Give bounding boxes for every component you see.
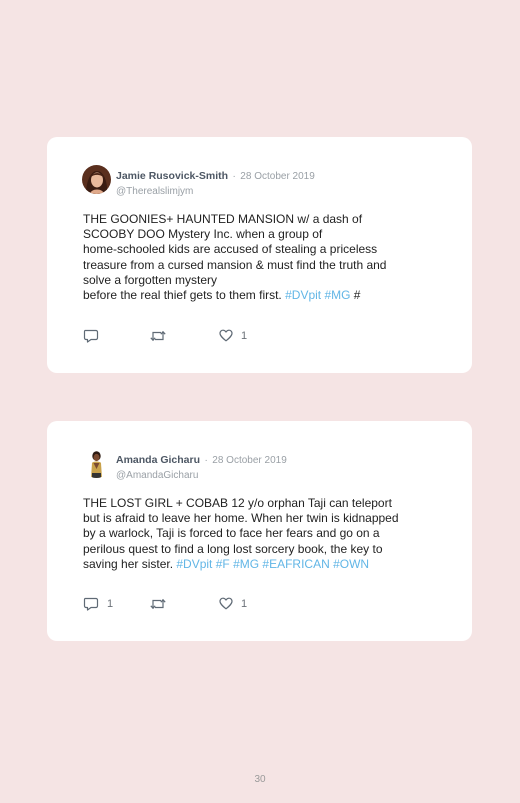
reply-button[interactable]: 1 [83,597,113,611]
like-button[interactable]: 1 [219,597,247,610]
tweet-text: THE GOONIES+ HAUNTED MANSION w/ a dash o… [83,212,453,303]
retweet-button[interactable] [149,329,167,343]
tweet-header: Amanda Gicharu · 28 October 2019 @Amanda… [116,450,287,481]
like-button[interactable]: 1 [219,329,247,342]
retweet-icon [150,598,166,610]
hashtags[interactable]: #DVpit #MG [285,288,350,302]
separator-dot: · [232,171,236,182]
author-name[interactable]: Amanda Gicharu [116,454,200,466]
tweet-card: Amanda Gicharu · 28 October 2019 @Amanda… [47,421,472,641]
heart-icon [219,597,233,610]
author-handle[interactable]: @AmandaGicharu [116,470,287,481]
author-name[interactable]: Jamie Rusovick-Smith [116,170,228,182]
reply-icon [83,597,99,611]
tweet-header: Jamie Rusovick-Smith · 28 October 2019 @… [116,166,315,197]
tweet-card: Jamie Rusovick-Smith · 28 October 2019 @… [47,137,472,373]
avatar[interactable] [82,165,111,194]
avatar[interactable] [82,449,111,478]
retweet-button[interactable] [149,597,167,611]
tweet-date[interactable]: 28 October 2019 [212,455,287,466]
hashtags[interactable]: #DVpit #F #MG #EAFRICAN #OWN [176,557,369,571]
reply-count: 1 [107,598,114,610]
heart-icon [219,329,233,342]
reply-icon [83,329,99,343]
tweet-text: THE LOST GIRL + COBAB 12 y/o orphan Taji… [83,496,453,572]
like-count: 1 [241,329,248,342]
reply-button[interactable] [83,329,107,343]
tweet-date[interactable]: 28 October 2019 [240,171,315,182]
page-number: 30 [254,774,266,785]
separator-dot: · [204,455,208,466]
author-handle[interactable]: @Therealslimjym [116,186,315,197]
like-count: 1 [241,597,248,610]
retweet-icon [150,330,166,342]
trailing-text: # [350,288,361,303]
